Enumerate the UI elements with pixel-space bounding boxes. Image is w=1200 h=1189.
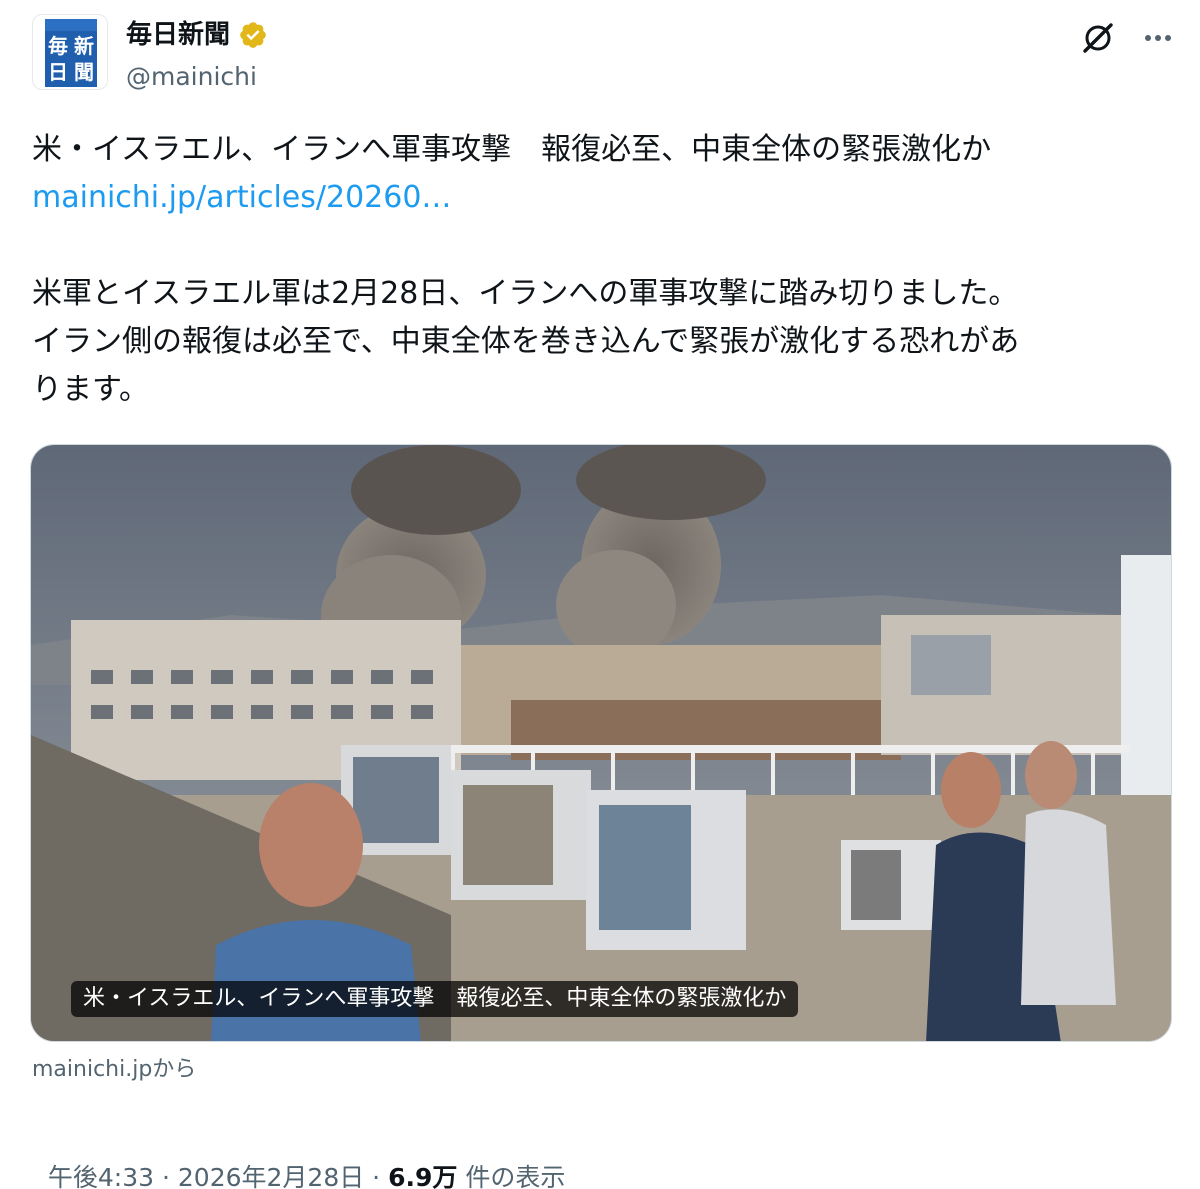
tweet-date[interactable]: 2026年2月28日 [178, 1163, 364, 1189]
link-card-image[interactable]: 米・イスラエル、イランへ軍事攻撃 報復必至、中東全体の緊張激化か [30, 444, 1172, 1042]
display-name[interactable]: 毎日新聞 [126, 18, 268, 52]
tweet-body-line: イラン側の報復は必至で、中東全体を巻き込んで緊張が激化する恐れがあ [32, 324, 1020, 359]
tweet-meta: 午後4:33 · 2026年2月28日 · 6.9万 件の表示 [32, 1118, 565, 1189]
view-label: 件の表示 [457, 1163, 566, 1189]
rooftop-smoke-photo [31, 445, 1171, 1041]
avatar[interactable]: 毎 新 日 聞 [32, 14, 108, 90]
display-name-text: 毎日新聞 [126, 20, 231, 50]
more-options-icon[interactable] [1138, 18, 1178, 58]
tweet-headline: 米・イスラエル、イランへ軍事攻撃 報復必至、中東全体の緊張激化か [32, 132, 992, 167]
mainichi-logo: 毎 新 日 聞 [45, 19, 97, 87]
user-handle[interactable]: @mainichi [126, 60, 257, 94]
tweet-body-line: ります。 [32, 372, 149, 407]
view-count: 6.9万 [388, 1163, 458, 1189]
tweet-text: 米・イスラエル、イランへ軍事攻撃 報復必至、中東全体の緊張激化か mainich… [32, 126, 1172, 414]
article-link[interactable]: mainichi.jp/articles/20260… [32, 180, 451, 215]
grok-icon[interactable] [1078, 18, 1118, 58]
verified-badge-icon[interactable] [238, 20, 268, 50]
tweet-body-line: 米軍とイスラエル軍は2月28日、イランへの軍事攻撃に踏み切りました。 [32, 276, 1019, 311]
card-caption: 米・イスラエル、イランへ軍事攻撃 報復必至、中東全体の緊張激化か [71, 981, 799, 1017]
tweet-time[interactable]: 午後4:33 [48, 1163, 154, 1189]
card-source[interactable]: mainichi.jpから [32, 1054, 196, 1086]
